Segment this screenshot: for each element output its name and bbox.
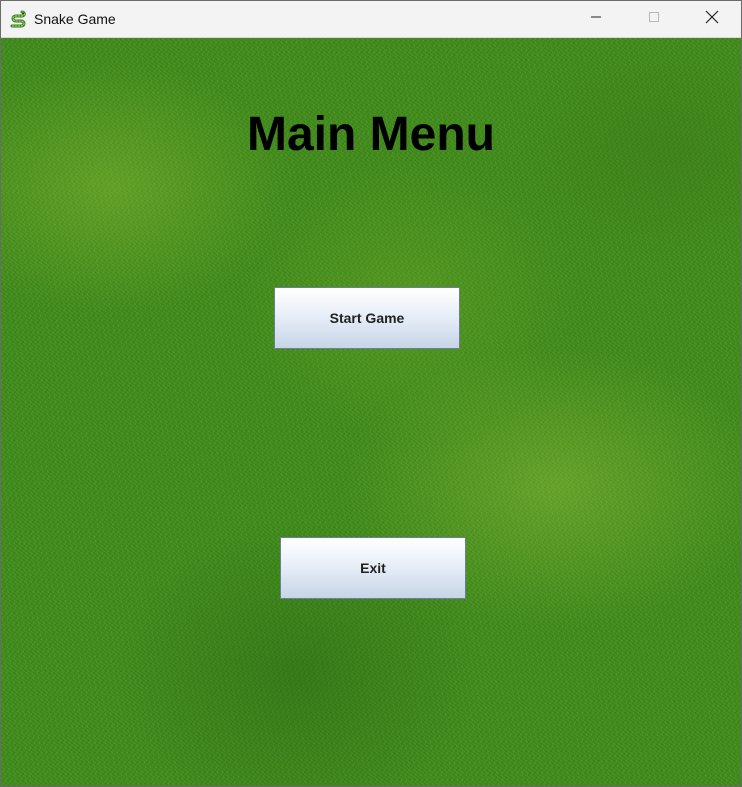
maximize-icon <box>648 10 660 28</box>
title-bar[interactable]: Snake Game <box>1 1 741 38</box>
window-title: Snake Game <box>34 11 116 27</box>
start-game-button[interactable]: Start Game <box>274 287 460 349</box>
window-controls <box>567 1 741 37</box>
grass-background: Main Menu Start Game Exit <box>1 38 741 786</box>
exit-button[interactable]: Exit <box>280 537 466 599</box>
snake-icon <box>8 9 28 29</box>
maximize-button[interactable] <box>625 1 683 37</box>
main-menu-title: Main Menu <box>247 108 495 161</box>
game-window: Snake Game Main Menu Start Game Exit <box>0 0 742 787</box>
minimize-icon <box>590 10 602 28</box>
close-icon <box>705 10 719 29</box>
close-button[interactable] <box>683 1 741 37</box>
minimize-button[interactable] <box>567 1 625 37</box>
